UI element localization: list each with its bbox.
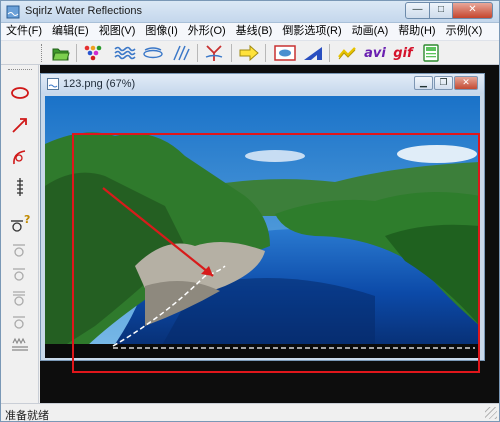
- resize-grip[interactable]: [485, 407, 497, 419]
- shape-tool-4-icon: [13, 316, 25, 329]
- status-bar: 准备就绪: [1, 403, 499, 422]
- wind-button[interactable]: [169, 43, 193, 63]
- save-frame-icon: [423, 44, 439, 62]
- shape-tool-4[interactable]: [8, 309, 32, 333]
- grass-tool-icon: [12, 337, 28, 351]
- shape-tool-3-icon: [13, 291, 25, 306]
- shape-tool-3[interactable]: [8, 285, 32, 309]
- spiral-tool[interactable]: [8, 175, 32, 199]
- palette-button[interactable]: [81, 43, 105, 63]
- curve-tool-icon: [13, 150, 26, 165]
- document-minimize-button[interactable]: ▁: [414, 76, 433, 90]
- question-tool-icon: ?: [11, 213, 30, 232]
- shape-tool-2[interactable]: [8, 261, 32, 285]
- document-restore-button[interactable]: ❐: [434, 76, 453, 90]
- arrow-right-button[interactable]: [237, 43, 261, 63]
- toolbar-separator: [197, 44, 198, 62]
- menu-animate[interactable]: 动画(A): [347, 23, 394, 40]
- shape-tool-1[interactable]: [8, 237, 32, 261]
- status-text: 准备就绪: [5, 410, 49, 422]
- ripple-oval-icon: [143, 47, 163, 59]
- arrow-right-icon: [239, 44, 259, 62]
- shape-tool-2-icon: [13, 268, 25, 281]
- menu-view[interactable]: 视图(V): [94, 23, 141, 40]
- maximize-button[interactable]: □: [430, 2, 453, 19]
- shape-tool-1-icon: [13, 244, 25, 257]
- ellipse-tool-icon: [11, 87, 29, 99]
- grass-tool[interactable]: [8, 333, 32, 357]
- document-close-button[interactable]: ✕: [454, 76, 478, 90]
- fork-button[interactable]: [202, 43, 226, 63]
- image-canvas[interactable]: [45, 96, 480, 358]
- menu-shape[interactable]: 外形(O): [183, 23, 231, 40]
- menu-file[interactable]: 文件(F): [1, 23, 47, 40]
- svg-text:?: ?: [24, 213, 30, 226]
- menu-baseline[interactable]: 基线(B): [231, 23, 278, 40]
- arrow-tool[interactable]: [8, 113, 32, 137]
- wand-button[interactable]: [335, 43, 359, 63]
- fork-icon: [205, 45, 223, 61]
- main-toolbar: avi gif: [1, 41, 499, 65]
- app-window: Sqirlz Water Reflections — □ ✕ 文件(F) 编辑(…: [0, 0, 500, 422]
- ruler-button[interactable]: [301, 43, 325, 63]
- menu-examples[interactable]: 示例(X): [441, 23, 488, 40]
- ripple-oval-button[interactable]: [141, 43, 165, 63]
- close-button[interactable]: ✕: [453, 2, 493, 19]
- menu-edit[interactable]: 编辑(E): [47, 23, 94, 40]
- mdi-workspace: 123.png (67%) ▁ ❐ ✕: [40, 65, 499, 403]
- window-title: Sqirlz Water Reflections: [25, 5, 142, 17]
- ripple-waves-button[interactable]: [113, 43, 137, 63]
- document-title: 123.png (67%): [63, 78, 136, 90]
- left-toolbar-grip[interactable]: [8, 69, 32, 71]
- open-icon: [52, 48, 70, 61]
- left-toolbar: ?: [1, 65, 39, 403]
- toolbar-separator: [231, 44, 232, 62]
- document-title-bar[interactable]: 123.png (67%) ▁ ❐ ✕: [41, 74, 484, 94]
- question-tool[interactable]: ?: [8, 211, 32, 235]
- minimize-button[interactable]: —: [405, 2, 430, 19]
- open-button[interactable]: [49, 43, 73, 63]
- curve-tool[interactable]: [8, 145, 32, 169]
- ripple-waves-icon: [114, 46, 136, 60]
- avi-icon: avi: [364, 45, 386, 61]
- landscape-image: [45, 96, 480, 358]
- menu-bar: 文件(F) 编辑(E) 视图(V) 图像(I) 外形(O) 基线(B) 倒影选项…: [1, 23, 499, 41]
- ruler-triangle-icon: [304, 47, 322, 60]
- menu-image[interactable]: 图像(I): [140, 23, 182, 40]
- image-document-window: 123.png (67%) ▁ ❐ ✕: [40, 73, 485, 361]
- wand-icon: [338, 47, 356, 60]
- save-frame-button[interactable]: [419, 43, 443, 63]
- avi-button[interactable]: avi: [363, 43, 387, 63]
- arrow-tool-icon: [12, 118, 27, 133]
- toolbar-separator: [76, 44, 77, 62]
- spiral-tool-icon: [17, 178, 23, 196]
- app-icon: [6, 5, 20, 19]
- wind-lines-icon: [173, 45, 190, 61]
- toolbar-separator: [265, 44, 266, 62]
- ellipse-tool[interactable]: [8, 81, 32, 105]
- gif-icon: gif: [393, 45, 413, 61]
- preview-icon: [274, 45, 296, 61]
- title-bar[interactable]: Sqirlz Water Reflections — □ ✕: [1, 1, 499, 23]
- preview-button[interactable]: [273, 43, 297, 63]
- toolbar-separator: [329, 44, 330, 62]
- gif-button[interactable]: gif: [391, 43, 415, 63]
- toolbar-grip[interactable]: [41, 44, 44, 62]
- menu-ripple-options[interactable]: 倒影选项(R): [277, 23, 346, 40]
- menu-help[interactable]: 帮助(H): [393, 23, 440, 40]
- palette-icon: [84, 45, 102, 61]
- document-icon: [47, 78, 59, 90]
